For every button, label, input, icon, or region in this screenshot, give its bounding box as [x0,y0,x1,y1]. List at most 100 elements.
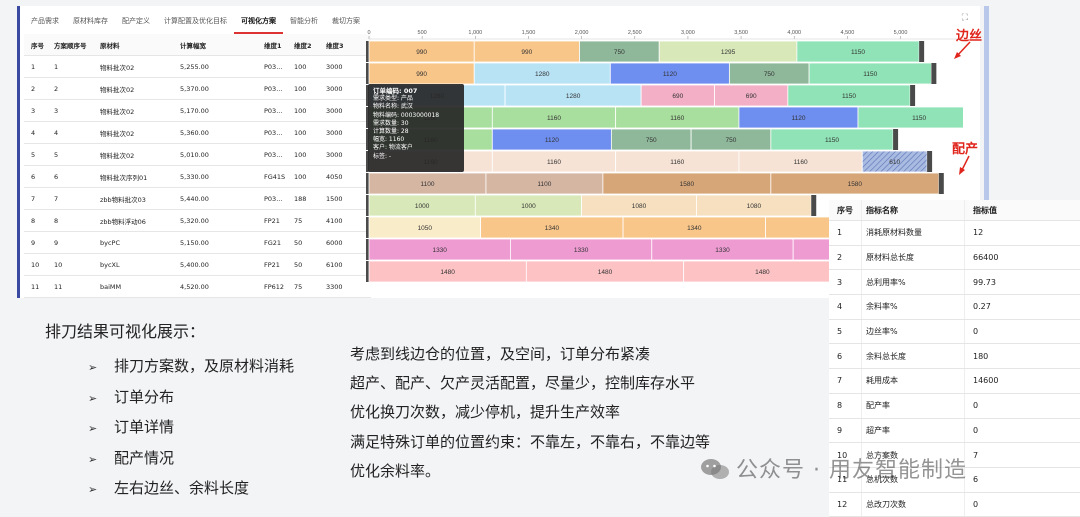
metrics-cell: 99.73 [964,270,1080,295]
table-row[interactable]: 10 10 bycXL 5,400.00 FP21 50 6100 [24,254,371,276]
table-cell: FP21 [264,216,280,225]
table-row[interactable]: 9 9 bycPC 5,150.00 FG21 50 6000 [24,232,371,254]
segment-label: 1160 [670,115,684,122]
order-tooltip: 订单编码: 007 需求类型: 产品 物料名称: 武汉 物料编码: 00030000… [368,84,464,172]
segment-label: 1120 [545,137,559,144]
metrics-row: 7 耗用成本 14600 [829,369,1080,394]
watermark: 公众号 · 用友智能制造 [700,452,967,484]
metrics-row: 9 超产率 0 [829,418,1080,444]
segment-label: 1160 [547,115,561,122]
table-row[interactable]: 7 7 zbb物料批次03 5,440.00 P03... 188 1500 [24,188,371,210]
tooltip-line: 客户: 物流客户 [373,144,413,152]
metrics-cell: 8 [837,401,843,411]
left-edge-bar [366,261,369,282]
metrics-cell: 总利用率% [861,270,964,295]
table-cell: 物料批次02 [100,85,135,94]
table-cell: P03... [264,62,283,71]
segment-label: 1050 [418,225,433,232]
bullet-text: 配产情况 [114,448,175,467]
tab-5[interactable]: 智能分析 [283,16,325,34]
table-row[interactable]: 8 8 zbb物料浮动06 5,320.00 FP21 75 4100 [24,210,371,232]
metrics-header: 序号 指标名称 指标值 [829,200,1080,221]
fullscreen-icon[interactable]: ⛶ [962,13,968,23]
x-tick-label: 2,000 [575,30,589,36]
column-header[interactable]: 计算幅宽 [176,40,260,50]
table-cell: 10 [54,260,63,269]
metrics-column-header[interactable]: 指标值 [964,200,1080,220]
table-row[interactable]: 2 2 物料批次02 5,370.00 P03... 100 3000 [24,78,371,100]
segment-label: 750 [614,49,625,56]
tab-4[interactable]: 可视化方案 [234,16,283,34]
metrics-cell: 1 [837,228,843,238]
table-cell: 5,255.00 [180,62,209,71]
table-row[interactable]: 6 6 物料批次序列01 5,330.00 FG41S 100 4050 [24,166,371,188]
table-cell: 物料批次02 [100,151,135,160]
metrics-column-header[interactable]: 序号 [829,205,861,216]
table-row[interactable]: 5 5 物料批次02 5,010.00 P03... 100 3000 [24,144,371,166]
left-edge-bar [366,63,369,84]
x-tick-label: 4,000 [787,30,801,36]
segment-label: 1330 [715,247,730,254]
segment-label: 750 [764,71,775,78]
metrics-cell: 原材料总长度 [861,245,964,270]
tab-1[interactable]: 原材料库存 [66,16,115,34]
table-cell: 75 [294,216,303,225]
metrics-cell: 180 [964,344,1080,369]
metrics-cell: 9 [837,425,843,435]
table-cell: 1 [31,62,36,71]
metrics-cell: 66400 [964,245,1080,270]
table-row[interactable]: 3 3 物料批次02 5,170.00 P03... 100 3000 [24,100,371,122]
segment-label: 1000 [415,203,430,210]
column-header[interactable]: 序号 [24,40,50,50]
table-row[interactable]: 11 11 baiMM 4,520.00 FP612 75 3300 [24,276,371,298]
table-cell: 100 [294,106,307,115]
segment-label: 1150 [863,71,877,78]
wechat-icon [701,459,729,479]
description-line: 考虑到线边仓的位置，及空间，订单分布紧凑 [350,345,651,363]
column-header[interactable]: 维度1 [260,40,290,50]
tooltip-line: 物料名称: 武汉 [373,103,413,111]
tab-0[interactable]: 产品需求 [24,16,66,34]
tooltip-line: 计算数量: 28 [373,128,409,136]
summary-description: 考虑到线边仓的位置，及空间，订单分布紧凑 超产、配产、欠产灵活配置，尽量少，控制库… [350,340,710,486]
column-header[interactable]: 原材料 [96,40,176,50]
tab-2[interactable]: 配产定义 [115,16,157,34]
segment-label: 990 [416,71,427,78]
table-cell: 8 [54,216,59,225]
bullet-arrow-icon: ➢ [88,452,98,466]
metrics-row: 12 总改刀次数 0 [829,492,1080,517]
column-header[interactable]: 维度2 [290,40,322,50]
tooltip-line: 物料编码: 0003000018 [373,111,440,119]
segment-label: 690 [672,93,683,100]
summary-bullet: ➢ 排刀方案数，及原材料消耗 [88,352,294,383]
right-edge-bar [910,85,916,106]
metrics-column-header[interactable]: 指标名称 [861,200,964,220]
metrics-cell: 6 [837,351,843,361]
left-edge-bar [366,173,369,194]
x-tick-label: 4,500 [840,30,854,36]
column-header[interactable]: 方案顺序号 [50,40,96,50]
table-cell: 11 [31,282,40,291]
table-cell: 5,170.00 [180,106,209,115]
table-cell: 1 [54,62,59,71]
table-row[interactable]: 4 4 物料批次02 5,360.00 P03... 100 3000 [24,122,371,144]
segment-label: 1120 [791,115,805,122]
edge-arrow [954,41,971,59]
table-cell: bycXL [100,260,120,269]
alloc-arrow [959,155,970,175]
table-cell: 100 [294,62,307,71]
metrics-row: 3 总利用率% 99.73 [829,270,1080,296]
left-edge-bar [366,195,369,216]
bullet-arrow-icon: ➢ [88,422,98,435]
segment-label: 1340 [687,225,702,232]
table-cell: 8 [31,216,36,225]
tab-3[interactable]: 计算配置及优化目标 [157,16,234,34]
table-cell: 11 [54,282,63,291]
table-cell: baiMM [100,282,122,291]
table-cell: zbb物料浮动06 [100,217,146,226]
table-row[interactable]: 1 1 物料批次02 5,255.00 P03... 100 3000 [24,56,371,78]
x-tick-label: 3,000 [681,30,695,36]
metrics-row: 8 配产率 0 [829,393,1080,419]
segment-label: 1295 [721,49,736,56]
table-cell: FP21 [264,260,280,269]
